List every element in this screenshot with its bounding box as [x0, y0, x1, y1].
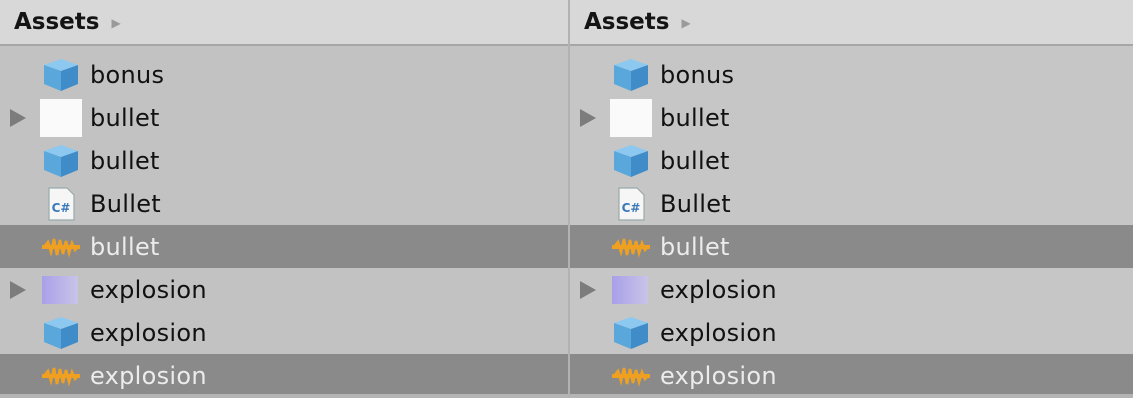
expand-arrow-icon[interactable] [580, 280, 596, 299]
breadcrumb-assets[interactable]: Assets [14, 9, 99, 35]
list-item[interactable]: bullet [570, 139, 1133, 182]
expand-arrow-icon[interactable] [580, 108, 596, 127]
breadcrumb-assets[interactable]: Assets [584, 9, 669, 35]
list-item[interactable]: bullet [570, 96, 1133, 139]
list-item-label: bullet [660, 103, 730, 132]
list-item-label: Bullet [90, 189, 161, 218]
audio-clip-icon [610, 357, 652, 395]
expand-arrow-icon[interactable] [10, 280, 26, 299]
list-item-label: explosion [90, 275, 207, 304]
list-item[interactable]: explosion [0, 268, 568, 311]
csharp-script-icon: C# [610, 185, 652, 223]
list-item[interactable]: bullet [0, 139, 568, 182]
list-item[interactable]: bonus [570, 53, 1133, 96]
list-bottom-edge [0, 394, 568, 398]
prefab-cube-icon [40, 142, 82, 180]
purple-texture-icon [610, 271, 652, 309]
list-item[interactable]: bonus [0, 53, 568, 96]
list-item-label: bonus [660, 60, 735, 89]
breadcrumb: Assets ▶ [570, 0, 1133, 46]
white-texture-icon [610, 98, 652, 137]
breadcrumb-arrow-icon: ▶ [681, 16, 691, 30]
csharp-script-icon: C# [40, 185, 82, 223]
purple-texture-icon [40, 271, 82, 309]
prefab-cube-icon [40, 56, 82, 94]
list-item[interactable]: explosion [570, 311, 1133, 354]
list-item-label: bonus [90, 60, 165, 89]
list-item[interactable]: C# Bullet [570, 182, 1133, 225]
list-item[interactable]: explosion [0, 311, 568, 354]
svg-text:C#: C# [52, 201, 71, 215]
list-item[interactable]: bullet [0, 225, 568, 268]
prefab-cube-icon [610, 56, 652, 94]
audio-clip-icon [610, 228, 652, 266]
list-item[interactable]: explosion [0, 354, 568, 397]
svg-text:C#: C# [622, 201, 641, 215]
list-item-label: bullet [90, 103, 160, 132]
list-item-label: explosion [90, 318, 207, 347]
audio-clip-icon [40, 357, 82, 395]
project-panel-right: Assets ▶ bonus bullet bullet C# Bullet bullet… [570, 0, 1133, 398]
list-item[interactable]: bullet [0, 96, 568, 139]
breadcrumb: Assets ▶ [0, 0, 568, 46]
list-item-label: explosion [660, 275, 777, 304]
list-item-label: bullet [660, 146, 730, 175]
prefab-cube-icon [40, 314, 82, 352]
audio-clip-icon [40, 228, 82, 266]
list-item-label: explosion [660, 318, 777, 347]
prefab-cube-icon [610, 142, 652, 180]
breadcrumb-arrow-icon: ▶ [111, 16, 121, 30]
project-panel-left: Assets ▶ bonus bullet bullet C# Bullet bullet… [0, 0, 570, 398]
white-texture-icon [40, 98, 82, 137]
prefab-cube-icon [610, 314, 652, 352]
list-item-label: bullet [90, 232, 160, 261]
list-item-label: explosion [90, 361, 207, 390]
list-item[interactable]: explosion [570, 354, 1133, 397]
list-item[interactable]: C# Bullet [0, 182, 568, 225]
expand-arrow-icon[interactable] [10, 108, 26, 127]
list-item-label: explosion [660, 361, 777, 390]
list-item-label: Bullet [660, 189, 731, 218]
list-item[interactable]: bullet [570, 225, 1133, 268]
list-item-label: bullet [660, 232, 730, 261]
list-item-label: bullet [90, 146, 160, 175]
list-item[interactable]: explosion [570, 268, 1133, 311]
list-bottom-edge [570, 394, 1133, 398]
